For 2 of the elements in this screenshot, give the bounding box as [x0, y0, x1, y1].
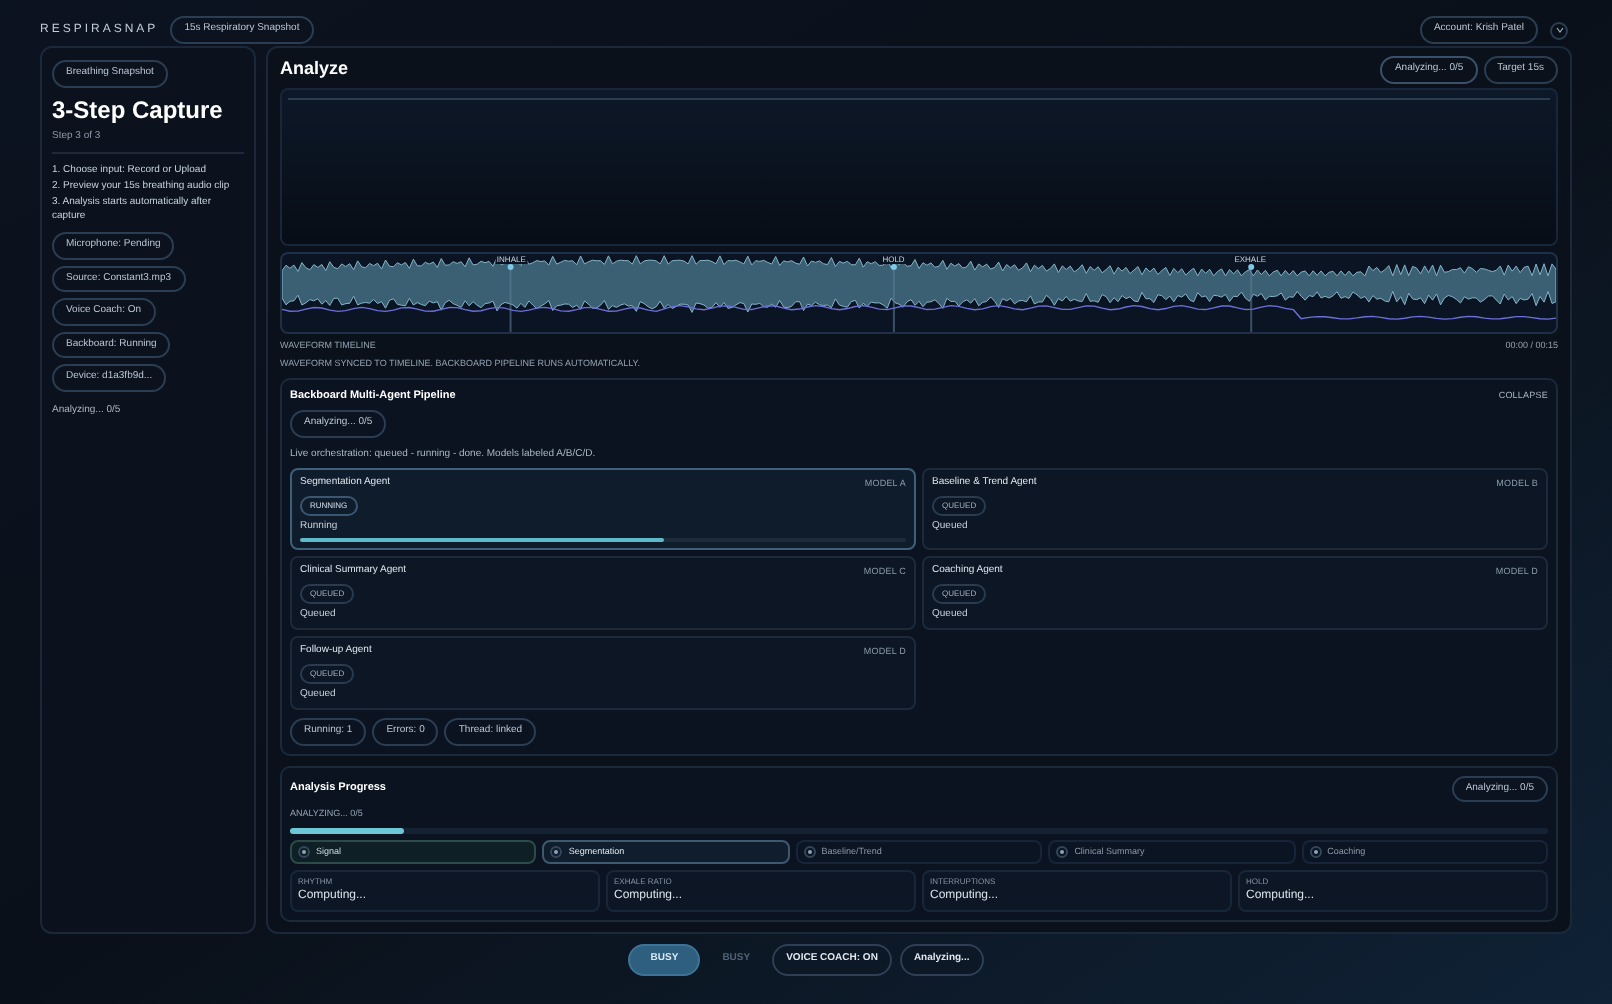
- sidebar-title: 3-Step Capture: [52, 95, 225, 123]
- page-title: Analyze: [280, 56, 349, 83]
